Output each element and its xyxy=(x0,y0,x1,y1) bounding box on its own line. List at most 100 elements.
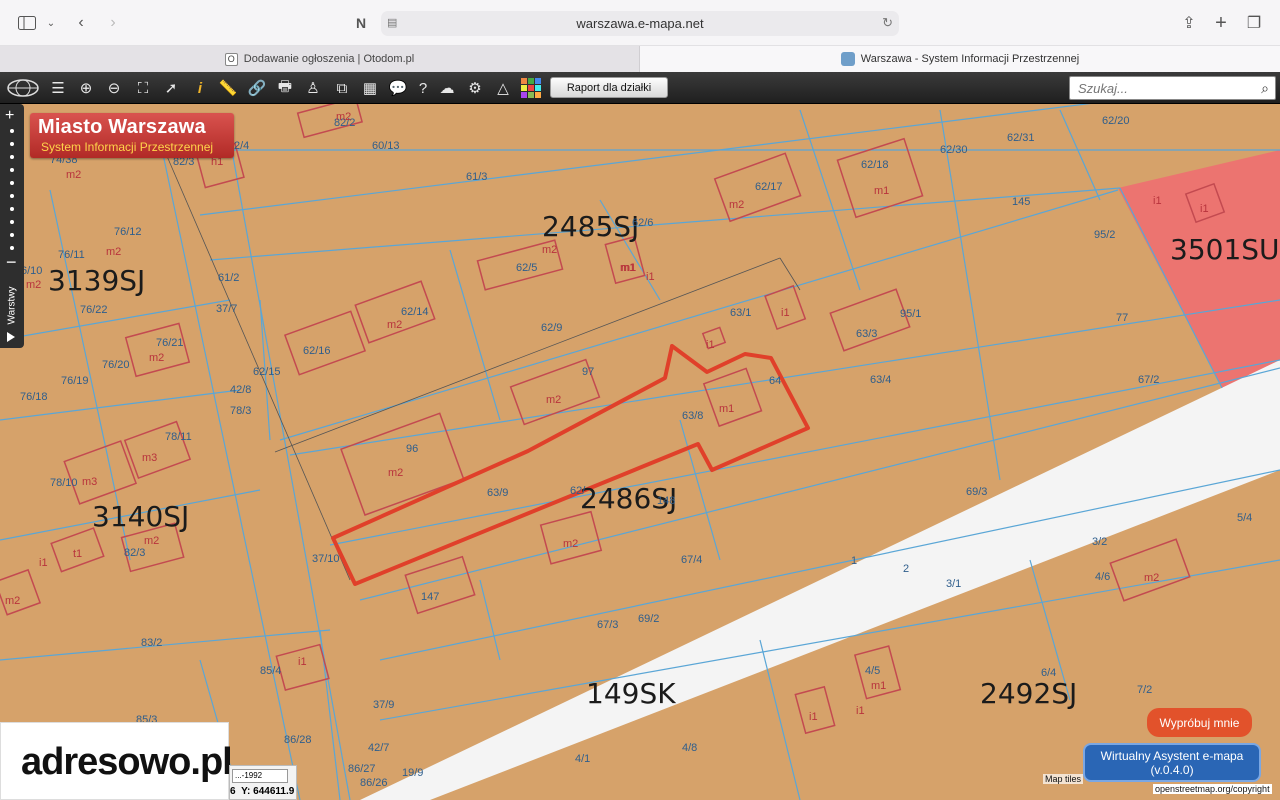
zoom-extent-icon[interactable]: ⛶ xyxy=(133,78,153,98)
attribution-line1: Map tiles xyxy=(1043,774,1084,784)
url-bar[interactable]: ▤ warszawa.e-mapa.net ↻ xyxy=(381,11,899,36)
coordinate-panel: ...-1992 6 Y: 644611.9 xyxy=(229,765,297,800)
measure-icon[interactable]: 📏 xyxy=(218,78,238,98)
search-icon[interactable]: ⌕ xyxy=(1261,80,1269,97)
parcel-label: 63/3 xyxy=(856,328,877,340)
share-icon[interactable]: ⇪ xyxy=(1178,12,1200,34)
zoom-level-dot[interactable] xyxy=(10,155,14,159)
parcel-label: 62/17 xyxy=(755,181,783,193)
back-icon[interactable]: ‹ xyxy=(70,12,92,34)
new-tab-icon[interactable]: + xyxy=(1210,12,1232,34)
building-label: i1 xyxy=(298,656,307,668)
tab-warszawa[interactable]: Warszawa - System Informacji Przestrzenn… xyxy=(640,46,1280,72)
parcel-label: 67/4 xyxy=(681,554,702,566)
comment-icon[interactable]: 💬 xyxy=(388,78,408,98)
parcel-label: 145 xyxy=(1012,196,1030,208)
zoom-level-dot[interactable] xyxy=(10,207,14,211)
parcel-label: 85/4 xyxy=(260,665,281,677)
building-label: m2 xyxy=(729,199,744,211)
parcel-label: 62/14 xyxy=(401,306,429,318)
building-label: m2 xyxy=(546,394,561,406)
building-label: m1 xyxy=(620,262,635,274)
play-icon[interactable] xyxy=(7,332,15,342)
chevron-down-icon[interactable]: ⌄ xyxy=(40,12,62,34)
zoom-level-dot[interactable] xyxy=(10,233,14,237)
boundary-lines xyxy=(159,139,801,581)
basemap-icon[interactable] xyxy=(521,78,541,98)
parcel-label: 83/2 xyxy=(141,637,162,649)
zoom-minus-icon[interactable]: − xyxy=(6,252,17,273)
tab-otodom[interactable]: O Dodawanie ogłoszenia | Otodom.pl xyxy=(0,46,640,72)
search-input[interactable] xyxy=(1070,77,1245,99)
building-label: m2 xyxy=(26,279,41,291)
print-icon[interactable]: 🖶 xyxy=(275,78,295,98)
zoom-out-icon[interactable]: ⊖ xyxy=(104,78,124,98)
zoom-level-dot[interactable] xyxy=(10,181,14,185)
parcel-label: 76/12 xyxy=(114,226,142,238)
info-icon[interactable]: i xyxy=(190,78,210,98)
streetview-icon[interactable]: ♙ xyxy=(303,78,323,98)
raport-button[interactable]: Raport dla działki xyxy=(550,77,668,98)
zoom-level-dot[interactable] xyxy=(10,129,14,133)
pointer-icon[interactable]: ➚ xyxy=(161,78,181,98)
parcel-label: 147 xyxy=(421,591,439,603)
cloud-icon[interactable]: ☁ xyxy=(437,78,457,98)
adresowo-brand: adresowo.pl xyxy=(21,741,233,783)
notion-icon[interactable]: N xyxy=(350,12,372,34)
layers-icon[interactable]: ☰ xyxy=(48,78,68,98)
parcel-label: 3/2 xyxy=(1092,536,1107,548)
help-icon[interactable]: ? xyxy=(413,78,433,98)
tab-strip: O Dodawanie ogłoszenia | Otodom.pl Warsz… xyxy=(0,46,1280,72)
parcel-label: 78/11 xyxy=(165,431,192,443)
zoom-level-dot[interactable] xyxy=(10,194,14,198)
globe-icon[interactable] xyxy=(6,78,40,98)
coordinate-x-fragment: 6 xyxy=(230,786,236,797)
parcel-label: 97 xyxy=(582,366,594,378)
building-label: m2 xyxy=(1144,572,1159,584)
building-label: t1 xyxy=(73,548,82,560)
layers-panel-tab[interactable]: Warstwy xyxy=(7,279,18,333)
attribution-line2[interactable]: openstreetmap.org/copyright xyxy=(1153,784,1272,794)
road-edge xyxy=(360,360,1280,800)
district-label: 3139SJ xyxy=(48,264,145,297)
parcel-label: 4/6 xyxy=(1095,571,1110,583)
layout-icon[interactable]: ▦ xyxy=(360,78,380,98)
settings-icon[interactable]: ⚙ xyxy=(465,78,485,98)
crs-select[interactable]: ...-1992 xyxy=(232,769,288,783)
building-label: i1 xyxy=(1200,203,1209,215)
building-label: m2 xyxy=(5,595,20,607)
parcel-label: 64 xyxy=(769,375,781,387)
parcel-label: 96 xyxy=(406,443,418,455)
zoom-level-dot[interactable] xyxy=(10,246,14,250)
reload-icon[interactable]: ↻ xyxy=(882,15,893,31)
zoom-plus-icon[interactable]: + xyxy=(5,107,14,125)
zoom-level-dot[interactable] xyxy=(10,168,14,172)
building-label: m2 xyxy=(388,467,403,479)
map-toolbar: ☰ ⊕ ⊖ ⛶ ➚ i 📏 🔗 🖶 ♙ ⧉ ▦ 💬 ? ☁ ⚙ △ Raport… xyxy=(0,72,1280,104)
building-label: i1 xyxy=(809,711,818,723)
link-icon[interactable]: 🔗 xyxy=(247,78,267,98)
parcel-label: 78/3 xyxy=(230,405,251,417)
parcel-label: 5/4 xyxy=(1237,512,1252,524)
building-label: i1 xyxy=(1153,195,1162,207)
parcel-label: 76/11 xyxy=(58,249,85,261)
north-icon[interactable]: △ xyxy=(493,78,513,98)
parcel-label: 86/26 xyxy=(360,777,388,789)
forward-icon[interactable]: › xyxy=(102,12,124,34)
tabs-overview-icon[interactable]: ❐ xyxy=(1243,12,1265,34)
parcel-label: 3/1 xyxy=(946,578,961,590)
zoom-in-icon[interactable]: ⊕ xyxy=(76,78,96,98)
district-label: 2485SJ xyxy=(542,210,639,243)
url-text[interactable]: warszawa.e-mapa.net xyxy=(381,16,899,31)
sidebar-toggle-icon[interactable] xyxy=(16,12,38,34)
export-icon[interactable]: ⧉ xyxy=(332,78,352,98)
try-me-button[interactable]: Wypróbuj mnie xyxy=(1147,708,1252,737)
building-label: i1 xyxy=(781,307,790,319)
virtual-assistant-button[interactable]: Wirtualny Asystent e-mapa (v.0.4.0) xyxy=(1083,743,1261,782)
map-canvas[interactable]: 2485SJ 3139SJ 3140SJ 2486SJ 149SK 2492SJ… xyxy=(0,104,1280,800)
building-label: m2 xyxy=(66,169,81,181)
zoom-level-dot[interactable] xyxy=(10,220,14,224)
zoom-level-dot[interactable] xyxy=(10,142,14,146)
building-label: m2 xyxy=(149,352,164,364)
parcel-label: 7/2 xyxy=(1137,684,1152,696)
